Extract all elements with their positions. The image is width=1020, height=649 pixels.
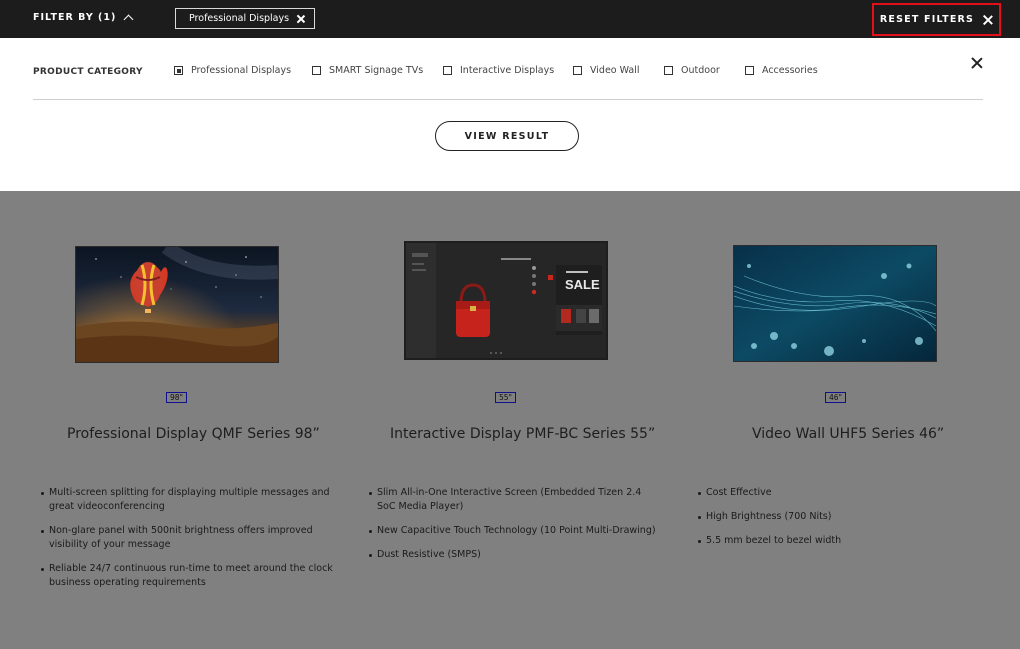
screen-sale-text: SALE [565, 277, 600, 292]
checkbox-icon[interactable] [573, 66, 582, 75]
remove-filter-icon[interactable] [297, 15, 305, 23]
view-result-button[interactable]: VIEW RESULT [435, 121, 579, 151]
feature-item: Cost Effective [698, 486, 986, 500]
filter-by-label: FILTER BY (1) [33, 12, 117, 23]
active-filter-label: Professional Displays [189, 13, 290, 24]
abstract-blue-waves-image [734, 246, 936, 361]
feature-item: High Brightness (700 Nits) [698, 510, 986, 524]
size-tag: 46" [825, 392, 846, 403]
feature-item: Non-glare panel with 500nit brightness o… [41, 524, 341, 552]
filter-option-video-wall[interactable]: Video Wall [573, 65, 640, 76]
feature-list: Multi-screen splitting for displaying mu… [41, 486, 341, 600]
view-result-label: VIEW RESULT [464, 130, 550, 142]
filter-option-label: Accessories [762, 65, 818, 76]
reset-filters-button[interactable]: RESET FILTERS [872, 3, 1001, 36]
filter-option-label: SMART Signage TVs [329, 65, 424, 76]
size-tag: 98" [166, 392, 187, 403]
feature-list: Slim All-in-One Interactive Screen (Embe… [369, 486, 657, 572]
filter-option-interactive-displays[interactable]: Interactive Displays [443, 65, 554, 76]
retail-sale-screen-image: SALE [406, 243, 606, 358]
chevron-up-icon [123, 14, 134, 24]
feature-item: Slim All-in-One Interactive Screen (Embe… [369, 486, 657, 514]
divider [33, 99, 983, 100]
product-title[interactable]: Professional Display QMF Series 98” [67, 426, 320, 442]
feature-item: Multi-screen splitting for displaying mu… [41, 486, 341, 514]
feature-list: Cost Effective High Brightness (700 Nits… [698, 486, 986, 558]
filter-option-label: Professional Displays [191, 65, 292, 76]
close-icon [983, 15, 993, 25]
feature-item: Dust Resistive (SMPS) [369, 548, 657, 562]
active-filter-chip: Professional Displays [175, 8, 315, 29]
feature-item: New Capacitive Touch Technology (10 Poin… [369, 525, 656, 536]
filter-by-toggle[interactable]: FILTER BY (1) [33, 12, 134, 24]
filter-panel: PRODUCT CATEGORY Professional Displays S… [0, 38, 1020, 191]
reset-filters-label: RESET FILTERS [879, 14, 975, 25]
feature-item: Reliable 24/7 continuous run-time to mee… [41, 562, 341, 590]
checkbox-checked-icon[interactable] [174, 66, 183, 75]
filter-option-outdoor[interactable]: Outdoor [664, 65, 720, 76]
filter-bar: FILTER BY (1) Professional Displays RESE… [0, 0, 1020, 38]
filter-option-professional-displays[interactable]: Professional Displays [174, 65, 291, 76]
product-image-uhf5-46[interactable] [733, 245, 937, 362]
product-image-qmf-98[interactable] [75, 246, 279, 363]
filter-option-accessories[interactable]: Accessories [745, 65, 818, 76]
filter-option-smart-signage-tvs[interactable]: SMART Signage TVs [312, 65, 423, 76]
close-panel-icon[interactable] [971, 57, 983, 69]
product-title[interactable]: Interactive Display PMF-BC Series 55” [390, 426, 655, 442]
filter-option-label: Outdoor [681, 65, 720, 76]
feature-item: 5.5 mm bezel to bezel width [698, 534, 986, 548]
checkbox-icon[interactable] [312, 66, 321, 75]
product-title[interactable]: Video Wall UHF5 Series 46” [752, 426, 944, 442]
filter-option-label: Video Wall [590, 65, 640, 76]
product-category-label: PRODUCT CATEGORY [33, 67, 143, 77]
product-image-pmf-55[interactable]: SALE [404, 241, 608, 360]
desert-balloon-image [76, 247, 278, 362]
checkbox-icon[interactable] [443, 66, 452, 75]
checkbox-icon[interactable] [664, 66, 673, 75]
size-tag: 55" [495, 392, 516, 403]
checkbox-icon[interactable] [745, 66, 754, 75]
filter-option-label: Interactive Displays [460, 65, 555, 76]
